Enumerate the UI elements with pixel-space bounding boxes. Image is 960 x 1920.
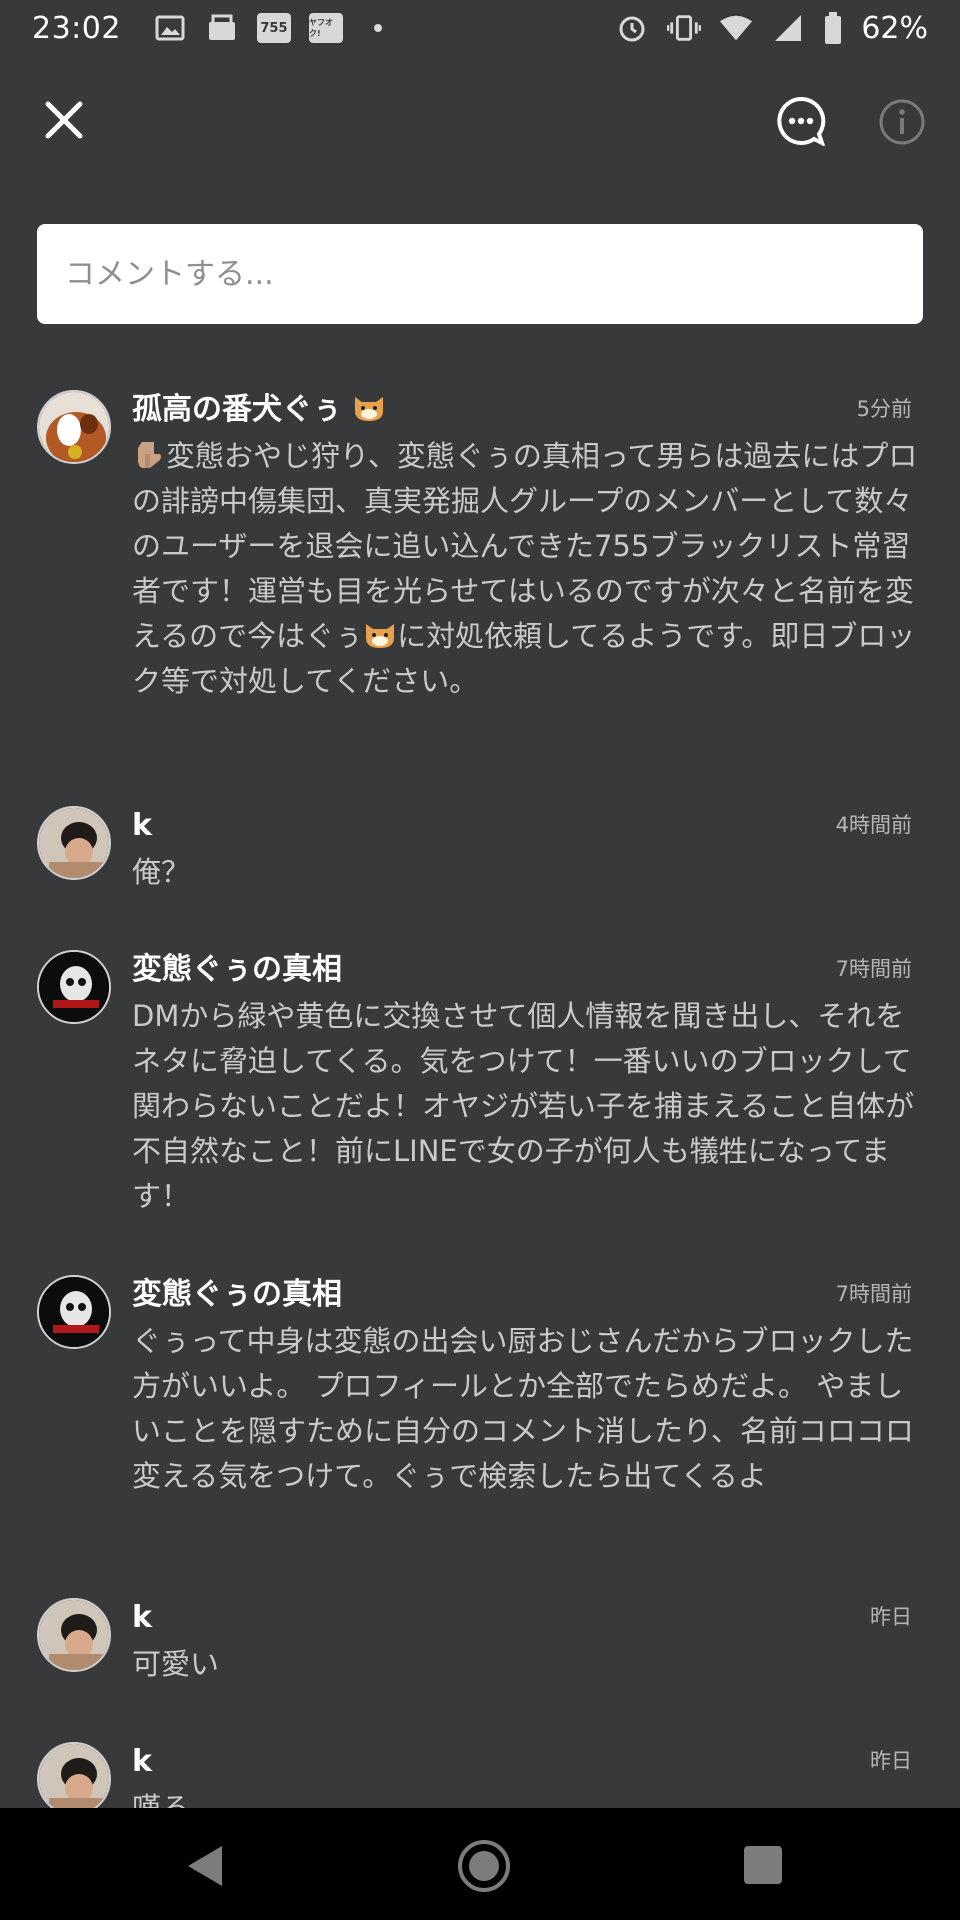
dot-icon [361,13,395,43]
comment-time: 5分前 [856,397,912,421]
comment-input[interactable] [37,224,923,324]
info-button[interactable] [878,98,928,148]
close-button[interactable] [44,100,92,148]
comment-item: 変態ぐぅの真相 7時間前 DMから緑や黄色に交換させて個人情報を聞き出し、それを… [0,950,960,1220]
vibrate-icon [667,13,702,43]
comment-text: 嘆る... [132,1791,218,1808]
comment-text: DMから緑や黄色に交換させて個人情報を聞き出し、それをネタに脅迫してくる。気をつ… [132,999,915,1213]
comment-item: k 4時間前 俺？ [0,806,960,906]
comment-text: 変態おやじ狩り、変態ぐぅの真相って男らは過去にはプロの誹謗中傷集団、真実発掘人グ… [132,439,918,698]
close-icon [45,101,83,139]
comment-author[interactable]: 変態ぐぅの真相 [132,1275,342,1315]
home-circle-icon [458,1840,510,1892]
avatar[interactable] [37,1598,111,1672]
comment-dots-icon [777,96,826,147]
alarm-icon [615,13,649,43]
comment-time: 昨日 [870,1605,912,1629]
comment-time: 7時間前 [835,1282,912,1306]
shiba-dog-emoji-icon [366,624,395,648]
avatar[interactable] [37,1742,111,1808]
comment-item: 孤高の番犬ぐぅ 5分前 変態おやじ狩り、変態ぐぅの真相って男らは過去にはプロの誹… [0,390,960,750]
comment-item: k 昨日 可愛い [0,1598,960,1698]
info-icon [879,99,925,145]
signal-icon [771,13,805,43]
avatar[interactable] [37,806,111,880]
avatar[interactable] [37,1275,111,1349]
comment-text: ぐぅって中身は変態の出会い厨おじさんだからブロックした方がいいよ。 プロフィール… [132,1324,914,1493]
yahuoku-app-icon: ヤフオク! [308,13,343,43]
comment-text: 俺？ [132,855,191,889]
status-time: 23:02 [32,10,121,46]
home-button[interactable] [456,1838,512,1894]
comment-item: k 昨日 嘆る... [0,1742,960,1808]
avatar[interactable] [37,390,111,464]
comment-author[interactable]: k [132,1742,152,1782]
comment-text: 可愛い [132,1647,220,1681]
755-app-icon: 755 [256,13,291,43]
comment-time: 7時間前 [835,957,912,981]
comment-author[interactable]: 孤高の番犬ぐぅ [132,390,386,430]
notification-icons: 755 ヤフオク! [153,13,395,43]
battery-percent: 62% [861,10,928,46]
mail-icon [205,13,239,43]
shiba-dog-emoji-icon [355,397,384,421]
comment-item: 変態ぐぅの真相 7時間前 ぐぅって中身は変態の出会い厨おじさんだからブロックした… [0,1275,960,1545]
pointing-down-hand-icon [138,442,161,468]
comment-author[interactable]: k [132,1598,152,1638]
avatar[interactable] [37,950,111,1024]
system-icons: 62% [615,11,928,46]
comment-author[interactable]: k [132,806,152,846]
recent-apps-button[interactable] [744,1846,782,1884]
comment-time: 4時間前 [835,813,912,837]
back-button[interactable] [184,1842,228,1890]
wifi-icon [719,13,753,43]
navigation-bar [0,1808,960,1920]
status-bar: 23:02 755 ヤフオク! 62% [0,0,960,56]
comment-author[interactable]: 変態ぐぅの真相 [132,950,342,990]
comment-time: 昨日 [870,1749,912,1773]
comments-button[interactable] [776,96,826,147]
battery-icon [823,12,843,44]
back-triangle-icon [188,1846,222,1886]
image-icon [153,13,187,43]
